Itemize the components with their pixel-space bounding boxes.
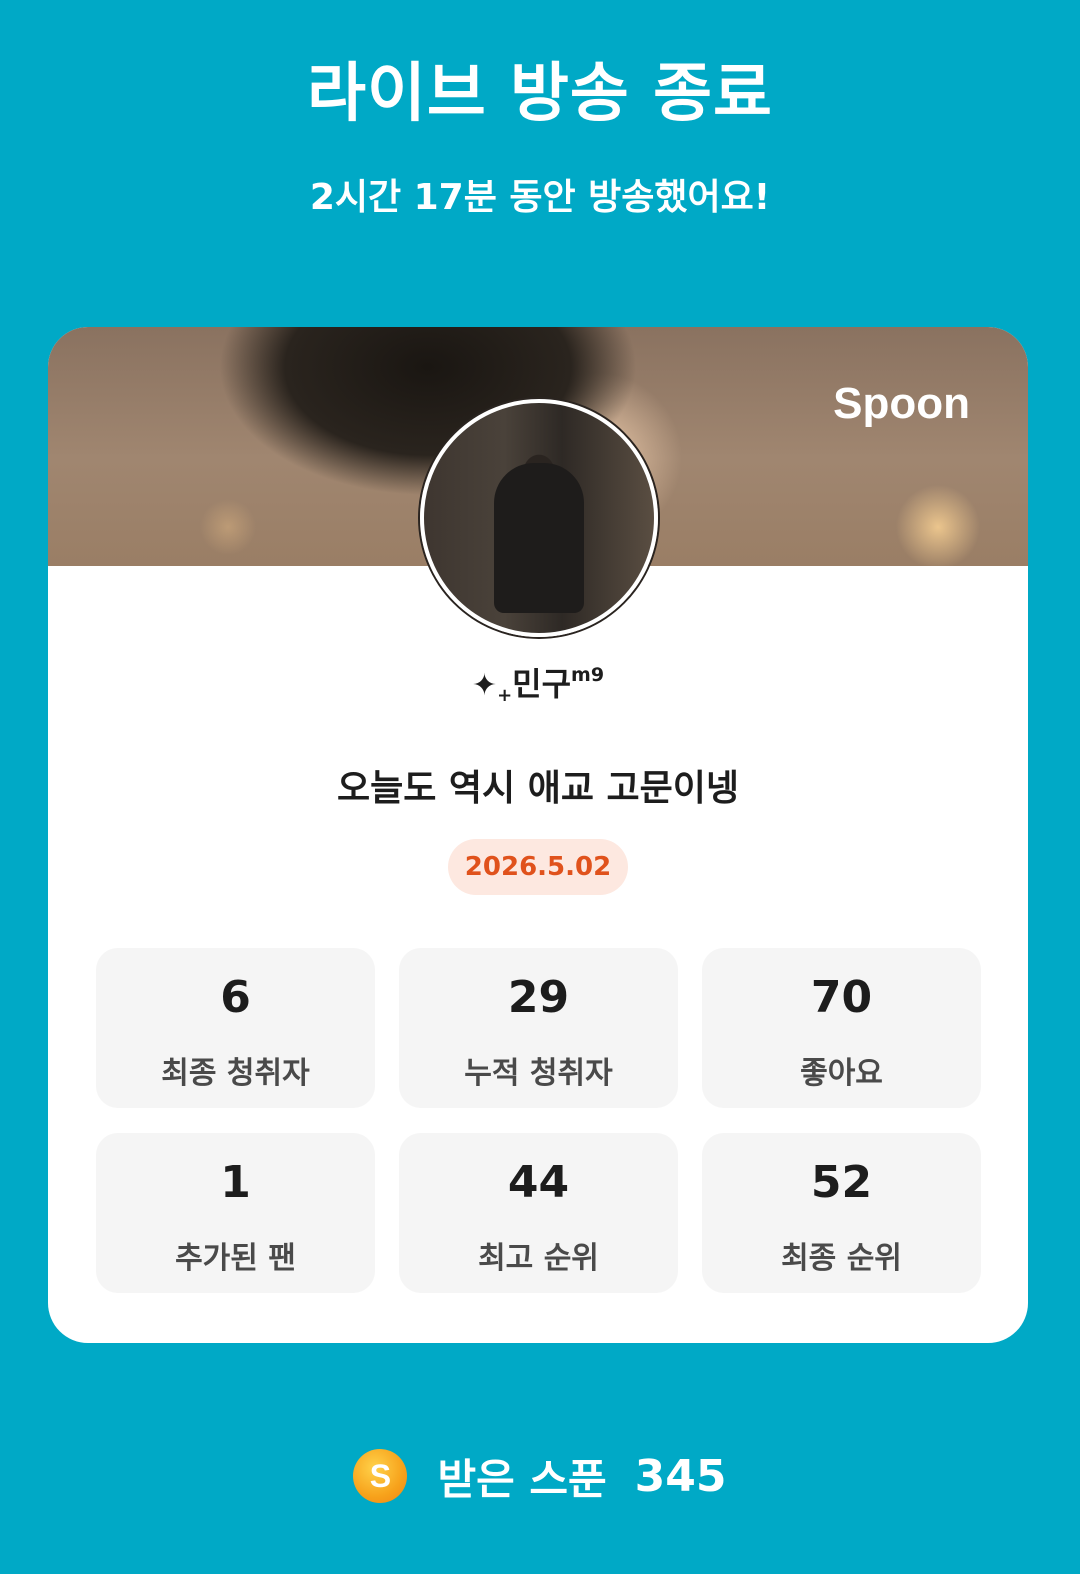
date-badge: 2026.5.02 <box>448 839 628 895</box>
stat-new-fans: 1 추가된 팬 <box>96 1133 375 1293</box>
stat-value: 70 <box>810 972 873 1023</box>
broadcast-duration: 2시간 17분 동안 방송했어요! <box>309 177 771 218</box>
stat-final-listeners: 6 최종 청취자 <box>96 948 375 1108</box>
stat-value: 29 <box>507 972 570 1023</box>
stat-value: 52 <box>810 1157 873 1208</box>
stat-label: 누적 청취자 <box>464 1056 613 1091</box>
stat-label: 좋아요 <box>800 1056 883 1091</box>
stat-final-rank: 52 최종 순위 <box>702 1133 981 1293</box>
received-spoons-count: 345 <box>634 1450 727 1502</box>
plus-icon: + <box>497 685 513 706</box>
broadcast-title: 오늘도 역시 애교 고문이넹 <box>337 768 739 809</box>
stat-cumulative-listeners: 29 누적 청취자 <box>399 948 678 1108</box>
page-title: 라이브 방송 종료 <box>307 57 773 131</box>
stats-grid: 6 최종 청취자 29 누적 청취자 70 좋아요 1 추가된 팬 44 최고 … <box>96 948 981 1293</box>
stat-label: 추가된 팬 <box>175 1241 296 1276</box>
stat-label: 최고 순위 <box>478 1241 599 1276</box>
stat-label: 최종 청취자 <box>161 1056 310 1091</box>
stat-likes: 70 좋아요 <box>702 948 981 1108</box>
username[interactable]: ✦+민구m9 <box>48 659 1028 706</box>
avatar[interactable] <box>420 399 658 637</box>
received-spoons-label: 받은 스푼 <box>437 1454 607 1504</box>
stat-best-rank: 44 최고 순위 <box>399 1133 678 1293</box>
username-text: 민구 <box>512 665 572 703</box>
received-spoons: S 받은 스푼 345 <box>0 1444 1080 1508</box>
stat-label: 최종 순위 <box>781 1241 902 1276</box>
stat-value: 44 <box>507 1157 570 1208</box>
stat-value: 1 <box>220 1157 251 1208</box>
spoon-logo: Spoon <box>833 379 970 428</box>
username-superscript: m9 <box>571 664 605 686</box>
spoon-coin-icon: S <box>353 1449 408 1503</box>
stat-value: 6 <box>220 972 251 1023</box>
sparkle-icon: ✦ <box>471 668 498 703</box>
broadcast-summary-card: Spoon ✦+민구m9 오늘도 역시 애교 고문이넹 2026.5.02 6 … <box>48 327 1028 1343</box>
